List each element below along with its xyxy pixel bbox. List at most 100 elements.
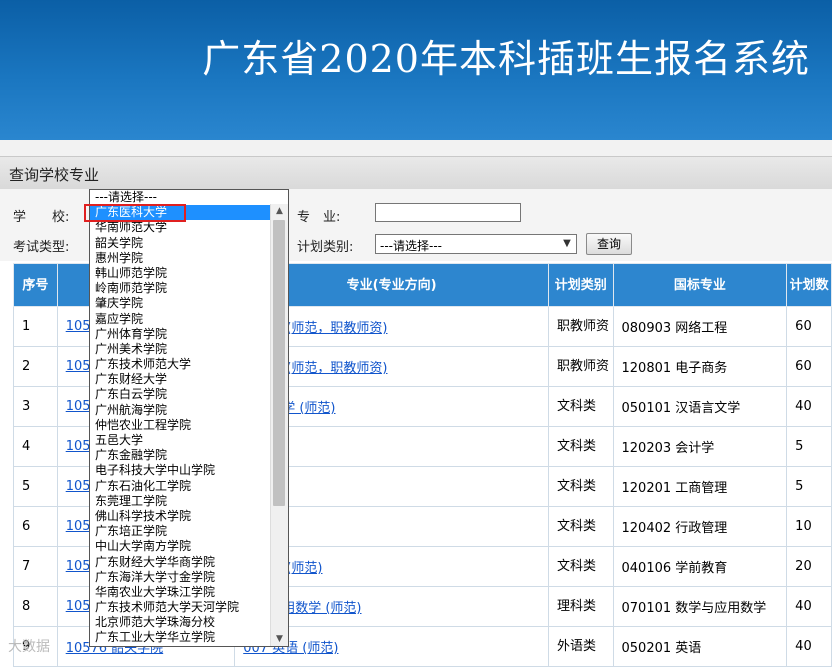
selection-highlight-box bbox=[84, 204, 186, 222]
row-number: 7 bbox=[22, 559, 31, 574]
row-number-cell: 6 bbox=[13, 506, 58, 547]
plan-count: 40 bbox=[795, 399, 812, 414]
plan-count: 40 bbox=[795, 599, 812, 614]
dropdown-option[interactable]: 广州体育学院 bbox=[90, 327, 288, 342]
dropdown-option[interactable]: 广州航海学院 bbox=[90, 403, 288, 418]
dropdown-option[interactable]: ---请选择--- bbox=[90, 190, 288, 205]
plan-count: 40 bbox=[795, 639, 812, 654]
dropdown-option[interactable]: 广东技术师范大学天河学院 bbox=[90, 600, 288, 615]
standard-major-cell: 050101 汉语言文学 bbox=[612, 386, 788, 427]
plan-type-cell: 文科类 bbox=[548, 546, 614, 587]
plan-type: 文科类 bbox=[557, 398, 597, 414]
exam-type-label: 考试类型: bbox=[13, 240, 70, 255]
standard-major: 070101 数学与应用数学 bbox=[621, 601, 767, 616]
dropdown-option[interactable]: 中山大学南方学院 bbox=[90, 539, 288, 554]
standard-major: 120201 工商管理 bbox=[621, 481, 728, 496]
chevron-down-icon: ▼ bbox=[563, 238, 571, 249]
plan-type: 外语类 bbox=[557, 638, 597, 654]
plan-type-cell: 文科类 bbox=[548, 506, 614, 547]
header-plan-type: 计划类别 bbox=[548, 263, 614, 307]
dropdown-option[interactable]: 华南农业大学珠江学院 bbox=[90, 585, 288, 600]
plan-type-cell: 理科类 bbox=[548, 586, 614, 627]
standard-major: 050101 汉语言文学 bbox=[621, 401, 741, 416]
scrollbar-thumb[interactable] bbox=[273, 220, 285, 506]
dropdown-option[interactable]: 韶关学院 bbox=[90, 236, 288, 251]
dropdown-option[interactable]: 华南师范大学 bbox=[90, 220, 288, 235]
plan-count-cell: 5 bbox=[786, 426, 832, 467]
dropdown-option[interactable]: 仲恺农业工程学院 bbox=[90, 418, 288, 433]
dropdown-option[interactable]: 广州美术学院 bbox=[90, 342, 288, 357]
plan-count: 60 bbox=[795, 359, 812, 374]
spacer bbox=[0, 140, 832, 156]
section-header: 查询学校专业 bbox=[0, 156, 832, 190]
standard-major: 120203 会计学 bbox=[621, 441, 715, 456]
dropdown-option[interactable]: 广东财经大学 bbox=[90, 372, 288, 387]
dropdown-option[interactable]: 广东石油化工学院 bbox=[90, 479, 288, 494]
dropdown-option[interactable]: 惠州学院 bbox=[90, 251, 288, 266]
major-label: 专 业: bbox=[297, 210, 341, 225]
dropdown-option[interactable]: 岭南师范学院 bbox=[90, 281, 288, 296]
major-input[interactable] bbox=[375, 203, 521, 222]
dropdown-option[interactable]: 肇庆学院 bbox=[90, 296, 288, 311]
scroll-up-icon[interactable]: ▲ bbox=[271, 204, 288, 218]
row-number: 8 bbox=[22, 599, 31, 614]
dropdown-option[interactable]: 广东工业大学华立学院 bbox=[90, 630, 288, 645]
dropdown-option[interactable]: 广东培正学院 bbox=[90, 524, 288, 539]
plan-count-cell: 40 bbox=[786, 626, 832, 667]
dropdown-scrollbar[interactable]: ▲ ▼ bbox=[270, 204, 288, 646]
standard-major: 120801 电子商务 bbox=[621, 361, 728, 376]
scroll-down-icon[interactable]: ▼ bbox=[271, 632, 288, 646]
plan-count-cell: 60 bbox=[786, 346, 832, 387]
standard-major: 050201 英语 bbox=[621, 641, 702, 656]
row-number-cell: 4 bbox=[13, 426, 58, 467]
plan-type: 文科类 bbox=[557, 518, 597, 534]
row-number-cell: 5 bbox=[13, 466, 58, 507]
header-banner: 广东省2020年本科插班生报名系统 bbox=[0, 0, 832, 140]
dropdown-option[interactable]: 电子科技大学中山学院 bbox=[90, 463, 288, 478]
row-number: 1 bbox=[22, 319, 31, 334]
dropdown-option[interactable]: 广东技术师范大学 bbox=[90, 357, 288, 372]
plan-type-label: 计划类别: bbox=[297, 240, 354, 255]
plan-type-select[interactable]: ---请选择--- ▼ bbox=[375, 234, 577, 254]
dropdown-option[interactable]: 广东海洋大学寸金学院 bbox=[90, 570, 288, 585]
plan-count-cell: 5 bbox=[786, 466, 832, 507]
plan-type: 文科类 bbox=[557, 558, 597, 574]
page-title: 广东省2020年本科插班生报名系统 bbox=[202, 37, 810, 81]
plan-type-cell: 职教师资 bbox=[548, 306, 614, 347]
plan-type-value: ---请选择--- bbox=[380, 239, 442, 253]
dropdown-option[interactable]: 韩山师范学院 bbox=[90, 266, 288, 281]
plan-count-cell: 40 bbox=[786, 586, 832, 627]
query-button[interactable]: 查询 bbox=[586, 233, 632, 255]
row-number: 2 bbox=[22, 359, 31, 374]
header-plan-count: 计划数 bbox=[786, 263, 832, 307]
row-number: 5 bbox=[22, 479, 31, 494]
standard-major-cell: 120203 会计学 bbox=[612, 426, 788, 467]
standard-major-cell: 080903 网络工程 bbox=[612, 306, 788, 347]
plan-count-cell: 10 bbox=[786, 506, 832, 547]
plan-count: 20 bbox=[795, 559, 812, 574]
standard-major-cell: 050201 英语 bbox=[612, 626, 788, 667]
dropdown-option[interactable]: 广东财经大学华商学院 bbox=[90, 555, 288, 570]
header-standard-major: 国标专业 bbox=[612, 263, 788, 307]
plan-type-cell: 文科类 bbox=[548, 386, 614, 427]
dropdown-option[interactable]: 东莞理工学院 bbox=[90, 494, 288, 509]
row-number: 3 bbox=[22, 399, 31, 414]
standard-major-cell: 070101 数学与应用数学 bbox=[612, 586, 788, 627]
school-select-dropdown[interactable]: ---请选择--- 广东医科大学 华南师范大学 韶关学院 惠州学院 韩山师范学院 岭南师范学… bbox=[89, 189, 289, 647]
row-number: 6 bbox=[22, 519, 31, 534]
dropdown-option[interactable]: 嘉应学院 bbox=[90, 312, 288, 327]
dropdown-option[interactable]: 五邑大学 bbox=[90, 433, 288, 448]
row-number-cell: 3 bbox=[13, 386, 58, 427]
standard-major: 120402 行政管理 bbox=[621, 521, 728, 536]
dropdown-option[interactable]: 北京师范大学珠海分校 bbox=[90, 615, 288, 630]
dropdown-option[interactable]: 广东金融学院 bbox=[90, 448, 288, 463]
standard-major: 080903 网络工程 bbox=[621, 321, 728, 336]
plan-type: 文科类 bbox=[557, 478, 597, 494]
plan-count-cell: 40 bbox=[786, 386, 832, 427]
dropdown-option[interactable]: 广东白云学院 bbox=[90, 387, 288, 402]
plan-type-cell: 文科类 bbox=[548, 426, 614, 467]
dropdown-option[interactable]: 佛山科学技术学院 bbox=[90, 509, 288, 524]
plan-type: 职教师资 bbox=[557, 358, 610, 374]
section-title: 查询学校专业 bbox=[9, 166, 100, 184]
row-number-cell: 1 bbox=[13, 306, 58, 347]
